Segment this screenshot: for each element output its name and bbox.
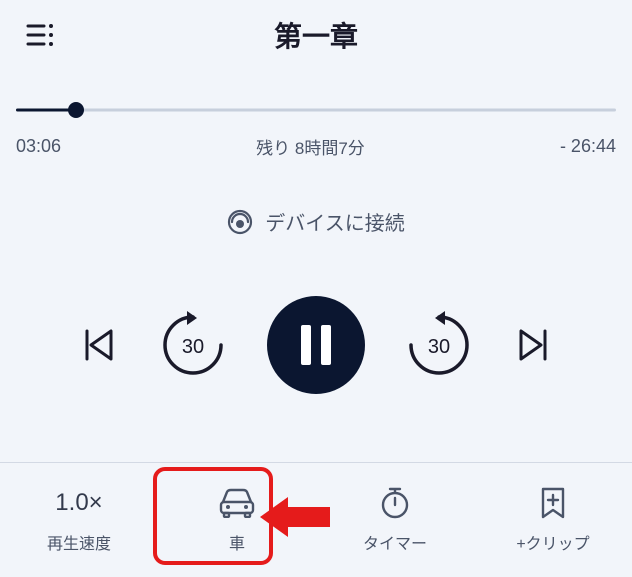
playback-speed-button[interactable]: 1.0× 再生速度 <box>0 463 158 577</box>
speed-label: 再生速度 <box>47 530 111 554</box>
remaining-label: 残り 8時間7分 <box>256 134 365 159</box>
page-title: 第一章 <box>0 15 632 55</box>
rewind-30-button[interactable]: 30 <box>157 309 229 381</box>
progress-thumb[interactable] <box>68 102 84 118</box>
skip-next-icon <box>513 325 553 365</box>
connect-device-button[interactable]: デバイスに接続 <box>0 207 632 236</box>
forward-30-button[interactable]: 30 <box>403 309 475 381</box>
elapsed-time: 03:06 <box>16 136 61 157</box>
car-icon <box>217 488 257 518</box>
connect-device-label: デバイスに接続 <box>265 207 404 236</box>
rewind-icon: 30 <box>157 309 229 381</box>
skip-previous-icon <box>79 325 119 365</box>
clip-button[interactable]: +クリップ <box>474 463 632 577</box>
menu-icon <box>26 24 54 46</box>
timer-button[interactable]: タイマー <box>316 463 474 577</box>
play-pause-button[interactable] <box>267 296 365 394</box>
speed-value: 1.0× <box>55 489 102 517</box>
timer-icon <box>378 486 412 520</box>
remaining-time: - 26:44 <box>560 136 616 157</box>
svg-text:30: 30 <box>428 336 450 358</box>
progress-section: 03:06 残り 8時間7分 - 26:44 <box>0 70 632 159</box>
timer-label: タイマー <box>363 530 427 554</box>
time-row: 03:06 残り 8時間7分 - 26:44 <box>16 134 616 159</box>
progress-slider[interactable] <box>16 100 616 120</box>
clip-label: +クリップ <box>516 530 589 554</box>
bookmark-plus-icon <box>538 486 568 520</box>
svg-text:30: 30 <box>182 336 204 358</box>
car-mode-button[interactable]: 車 <box>158 463 316 577</box>
bottom-bar: 1.0× 再生速度 車 <box>0 462 632 577</box>
next-track-button[interactable] <box>513 325 553 365</box>
playback-controls: 30 30 <box>0 296 632 394</box>
menu-button[interactable] <box>20 15 60 55</box>
cast-icon <box>227 209 253 235</box>
car-label: 車 <box>229 530 245 554</box>
forward-icon: 30 <box>403 309 475 381</box>
progress-fill <box>16 109 76 112</box>
header: 第一章 <box>0 0 632 70</box>
progress-track <box>16 109 616 112</box>
pause-icon <box>296 323 336 367</box>
previous-track-button[interactable] <box>79 325 119 365</box>
